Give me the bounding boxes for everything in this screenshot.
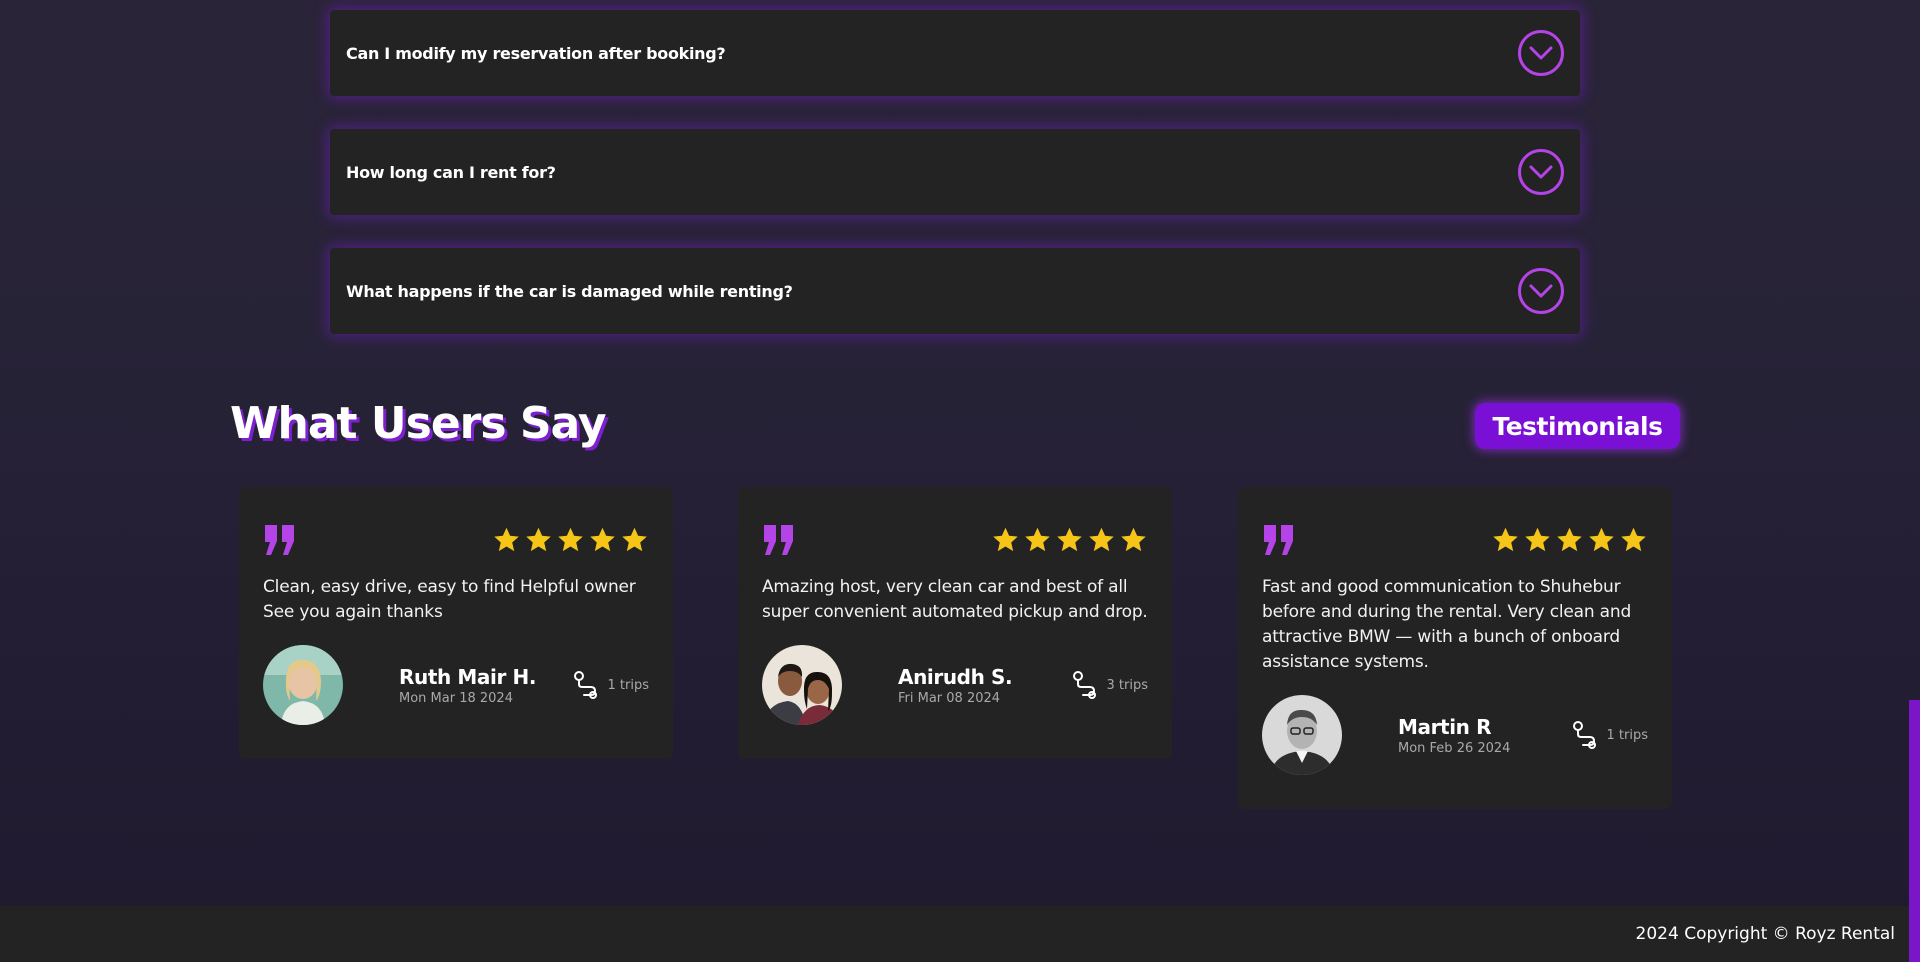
reviewer-name: Martin R <box>1398 714 1492 739</box>
trips-info: 1 trips <box>572 670 649 700</box>
route-icon <box>1572 721 1596 749</box>
faq-question: How long can I rent for? <box>346 162 556 182</box>
star-icon <box>1025 527 1050 552</box>
quote-icon <box>764 525 793 555</box>
copyright-text: 2024 Copyright © Royz Rental <box>1635 924 1895 944</box>
star-icon <box>1493 527 1518 552</box>
trip-count: 3 trips <box>1106 677 1148 693</box>
faq-list: Can I modify my reservation after bookin… <box>330 10 1580 367</box>
testimonial-card: Amazing host, very clean car and best of… <box>738 487 1172 759</box>
star-icon <box>526 527 551 552</box>
star-icon <box>590 527 615 552</box>
star-icon <box>1089 527 1114 552</box>
star-icon <box>1621 527 1646 552</box>
scrollbar-accent[interactable] <box>1909 700 1920 962</box>
trips-info: 3 trips <box>1071 670 1148 700</box>
avatar <box>1262 695 1342 775</box>
avatar <box>762 645 842 725</box>
review-text: Amazing host, very clean car and best of… <box>762 577 1148 622</box>
review-date: Mon Feb 26 2024 <box>1398 740 1511 756</box>
chevron-down-icon[interactable] <box>1518 268 1564 314</box>
faq-item[interactable]: Can I modify my reservation after bookin… <box>330 10 1580 96</box>
star-icon <box>1525 527 1550 552</box>
star-icon <box>1121 527 1146 552</box>
review-date: Fri Mar 08 2024 <box>898 690 1001 706</box>
trips-info: 1 trips <box>1571 720 1648 750</box>
trip-count: 1 trips <box>607 677 649 693</box>
star-icon <box>1057 527 1082 552</box>
faq-item[interactable]: How long can I rent for? <box>330 129 1580 215</box>
star-icon <box>558 527 583 552</box>
section-title: What Users Say <box>230 398 607 449</box>
review-text: Fast and good communication to Shuhebur … <box>1262 577 1632 672</box>
quote-icon <box>265 525 294 555</box>
testimonials-badge: Testimonials <box>1475 403 1680 449</box>
trip-count: 1 trips <box>1606 727 1648 743</box>
star-rating <box>1491 526 1648 554</box>
faq-question: What happens if the car is damaged while… <box>346 281 793 301</box>
star-icon <box>1557 527 1582 552</box>
star-icon <box>622 527 647 552</box>
review-date: Mon Mar 18 2024 <box>399 690 513 706</box>
faq-item[interactable]: What happens if the car is damaged while… <box>330 248 1580 334</box>
star-rating <box>492 526 649 554</box>
testimonial-card: Fast and good communication to Shuhebur … <box>1238 487 1672 809</box>
star-icon <box>993 527 1018 552</box>
quote-icon <box>1264 525 1293 555</box>
reviewer-name: Ruth Mair H. <box>399 664 537 689</box>
review-text: Clean, easy drive, easy to find Helpful … <box>263 577 636 622</box>
reviewer-name: Anirudh S. <box>898 664 1013 689</box>
faq-question: Can I modify my reservation after bookin… <box>346 43 726 63</box>
page-footer: 2024 Copyright © Royz Rental <box>0 906 1909 962</box>
chevron-down-icon[interactable] <box>1518 30 1564 76</box>
star-icon <box>494 527 519 552</box>
route-icon <box>573 671 597 699</box>
avatar <box>263 645 343 725</box>
star-icon <box>1589 527 1614 552</box>
route-icon <box>1072 671 1096 699</box>
testimonial-card: Clean, easy drive, easy to find Helpful … <box>239 487 673 759</box>
chevron-down-icon[interactable] <box>1518 149 1564 195</box>
star-rating <box>991 526 1148 554</box>
